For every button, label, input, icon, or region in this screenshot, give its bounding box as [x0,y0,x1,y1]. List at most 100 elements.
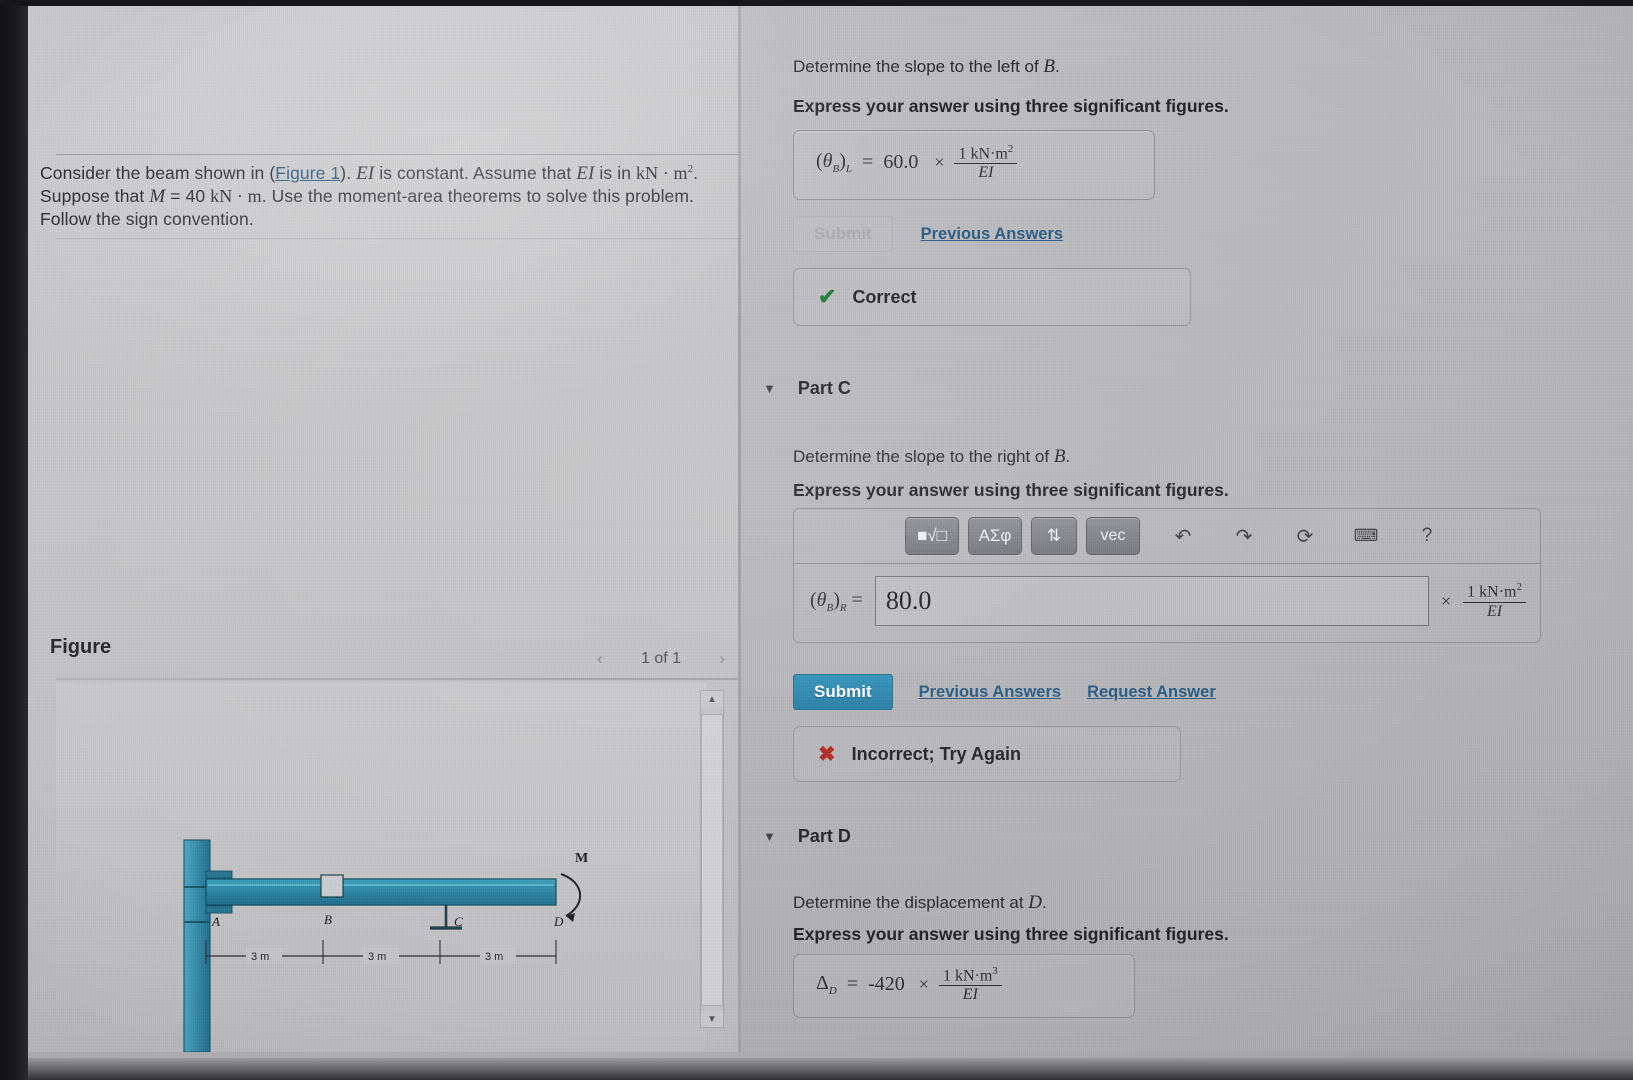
part-b-unit-numerator: 1 kN·m [958,145,1008,163]
part-c-unit-fraction: 1 kN·m2 EI [1463,581,1526,620]
label-A: A [211,914,220,929]
part-c-title: Part C [797,378,851,398]
part-b-question-text: Determine the slope to the left of B. [793,56,1493,78]
part-c-question-text: Determine the slope to the right of B. [793,446,1493,468]
moment-arrow [560,873,582,917]
answer-pane: Determine the slope to the left of B. Ex… [741,6,1633,1052]
keyboard-icon[interactable]: ⌨ [1346,519,1386,553]
part-d-title: Part D [797,826,851,846]
part-c-previous-answers-link[interactable]: Previous Answers [919,683,1061,702]
updown-arrows-button[interactable]: ⇅ [1031,517,1077,555]
part-b-question-period: . [1055,57,1060,76]
figure-canvas[interactable]: M A B C D 3 m 3 m 3 m [56,682,706,1053]
monitor-screen: Consider the beam shown in (Figure 1). E… [0,0,1633,1080]
redo-icon[interactable]: ↷ [1224,519,1264,553]
undo-icon[interactable]: ↶ [1163,519,1203,553]
part-c-feedback-text: Incorrect; Try Again [851,743,1021,764]
part-b-equals: = [862,151,874,174]
part-d-unit-numerator: 1 kN·m [942,967,993,985]
chevron-down-icon[interactable]: ▼ [763,829,776,844]
part-b-feedback: ✔ Correct [793,268,1191,326]
problem-text-g: = 40 [165,185,211,206]
problem-text-c: is constant. Assume that [374,162,577,183]
part-c-question-label: Determine the slope to the right of [793,447,1054,466]
part-b-submit-button: Submit [793,216,893,252]
equation-toolbar: ■√□ ΑΣφ ⇅ vec ↶ ↷ ⟳ ⌨ ? [793,508,1541,564]
part-b-previous-answers-link[interactable]: Previous Answers [921,225,1063,244]
pane-divider [738,6,741,1052]
template-root-button[interactable]: ■√□ [905,517,959,555]
part-c-equals: = [851,588,863,611]
check-icon: ✔ [818,284,837,309]
problem-text-e: . [693,162,699,183]
part-d-times: × [918,974,929,995]
part-b-question-label: Determine the slope to the left of [793,57,1044,76]
part-c-unit-exponent: 2 [1516,581,1523,594]
part-d-question-text: Determine the displacement at D. [793,892,1493,914]
greek-symbols-button[interactable]: ΑΣφ [968,517,1022,555]
chevron-down-icon[interactable]: ▼ [763,381,776,396]
figure-title: Figure [50,636,112,658]
label-D: D [553,914,564,929]
beam-body [205,878,557,906]
part-b-question: Determine the slope to the left of B. [793,56,1493,78]
help-icon[interactable]: ? [1407,519,1447,553]
scroll-up-icon[interactable]: ▲ [701,691,723,707]
part-c-symbol: (θB)R = [810,588,863,614]
part-c-unit-denominator: EI [1463,601,1526,621]
part-c-unit-numerator: 1 kN·m [1467,583,1517,601]
units-knm: kN · m [210,185,262,206]
part-d-symbol: ΔD [816,972,837,998]
part-c-submit-button[interactable]: Submit [793,674,893,710]
figure-next-button[interactable]: › [713,649,731,669]
part-b-actions: Submit Previous Answers [793,216,1063,252]
part-b-symbol: (θB)L [816,150,853,176]
part-c-answer-input[interactable]: 80.0 [874,576,1430,626]
figure-prev-button[interactable]: ‹ [591,649,609,669]
part-b-question-var: B [1043,56,1056,77]
units-knm2: kN · m [636,162,688,183]
figure-1-link[interactable]: Figure 1 [275,163,340,183]
figure-navigation: ‹ 1 of 1 › [591,646,731,672]
part-b-unit-fraction: 1 kN·m2 EI [954,143,1018,182]
part-c-input-value: 80.0 [885,586,932,615]
problem-text-d: is in [594,162,636,183]
problem-text-f: Suppose that [40,185,150,206]
dimension-segment-3: 3 m [485,951,503,963]
internal-hinge-B [320,874,344,898]
problem-text-h: . Use the moment-area theorems to solve … [261,185,695,206]
monitor-bezel-bottom [0,1058,1633,1080]
moment-label: M [575,851,588,866]
part-c-instruction: Express your answer using three signific… [793,480,1229,500]
part-b-unit-exponent: 2 [1007,143,1014,155]
part-c-times: × [1441,590,1452,611]
figure-counter: 1 of 1 [640,650,682,667]
figure-scroll-thumb[interactable] [701,714,723,1006]
beam-diagram: M A B C D 3 m 3 m 3 m [183,839,588,1053]
part-b-answer-box[interactable]: (θB)L = 60.0 × 1 kN·m2 EI [793,130,1155,200]
part-c-question-var: B [1053,446,1066,467]
problem-statement: Consider the beam shown in (Figure 1). E… [40,158,730,231]
divider [56,678,740,680]
m-symbol: M [149,185,166,207]
part-c-question-period: . [1065,447,1071,466]
problem-text-a: Consider the beam shown in ( [40,162,276,183]
divider [56,238,768,239]
monitor-bezel-top [0,0,1633,6]
dimension-segment-1: 3 m [251,951,269,963]
reset-icon[interactable]: ⟳ [1285,519,1325,553]
problem-text-b: ). [340,162,357,183]
vector-button[interactable]: vec [1086,517,1140,555]
part-d-unit-exponent: 3 [992,965,998,977]
part-d-question-var: D [1028,892,1043,913]
part-c-header[interactable]: ▼ Part C [763,378,851,399]
part-b-times: × [934,152,945,173]
part-d-header[interactable]: ▼ Part D [763,826,851,847]
part-b-value: 60.0 [883,151,919,174]
part-c-equation-editor: ■√□ ΑΣφ ⇅ vec ↶ ↷ ⟳ ⌨ ? (θB)R = 80.0 × 1… [793,508,1541,643]
part-d-question-period: . [1042,893,1047,912]
part-c-request-answer-link[interactable]: Request Answer [1087,683,1216,702]
part-d-answer-box[interactable]: ΔD = -420 × 1 kN·m3 EI [793,954,1135,1018]
label-C: C [454,914,463,929]
scroll-down-icon[interactable]: ▼ [701,1011,723,1027]
